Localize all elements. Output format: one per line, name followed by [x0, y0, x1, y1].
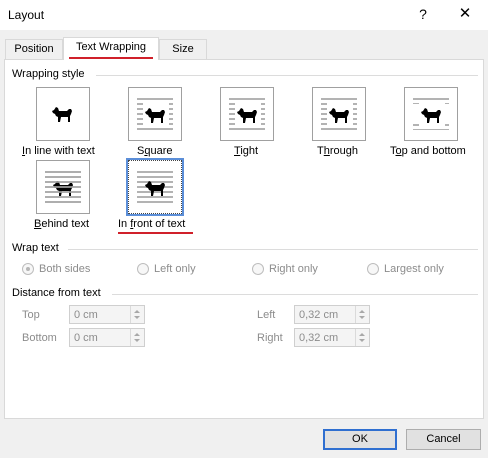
bottom-spinner[interactable]: 0 cm	[69, 328, 145, 347]
dog-icon	[419, 102, 445, 128]
wrap-text-options: Both sides Left only Right only Largest …	[0, 263, 488, 279]
wrap-option-top-and-bottom[interactable]	[404, 87, 458, 141]
radio-label: Largest only	[384, 263, 444, 275]
divider	[112, 294, 478, 295]
tab-text-wrapping[interactable]: Text Wrapping	[63, 37, 159, 60]
close-button[interactable]: ✕	[452, 2, 478, 28]
top-spinner[interactable]: 0 cm	[69, 305, 145, 324]
radio-both-sides[interactable]: Both sides	[22, 263, 90, 275]
chevron-up-icon	[134, 333, 140, 336]
wrap-option-square[interactable]	[128, 87, 182, 141]
right-spinner[interactable]: 0,32 cm	[294, 328, 370, 347]
radio-label: Left only	[154, 263, 196, 275]
wrap-option-behind-text[interactable]	[36, 160, 90, 214]
divider	[96, 75, 478, 76]
chevron-down-icon	[359, 316, 365, 319]
cancel-button[interactable]: Cancel	[406, 429, 481, 450]
wrapping-style-heading: Wrapping style	[12, 68, 85, 80]
radio-circle	[137, 263, 149, 275]
wrap-option-square-label: Square	[137, 145, 173, 157]
tab-position[interactable]: Position	[5, 39, 63, 59]
dialog-title: Layout	[8, 8, 45, 22]
spinner-arrows[interactable]	[355, 329, 369, 346]
chevron-down-icon	[134, 316, 140, 319]
right-value: 0,32 cm	[299, 332, 339, 344]
spinner-arrows[interactable]	[355, 306, 369, 323]
tab-position-label: Position	[14, 43, 54, 55]
radio-right-only[interactable]: Right only	[252, 263, 318, 275]
wrap-option-in-front-of-text[interactable]	[126, 158, 184, 216]
text-lines-graphic	[45, 171, 81, 203]
tab-size[interactable]: Size	[159, 39, 207, 59]
dog-icon	[235, 102, 261, 128]
top-value: 0 cm	[74, 309, 98, 321]
dog-icon	[327, 102, 353, 128]
left-label: Left	[257, 309, 276, 321]
right-label: Right	[257, 332, 283, 344]
selection-underline	[118, 232, 193, 234]
radio-circle	[367, 263, 379, 275]
chevron-up-icon	[359, 310, 365, 313]
chevron-up-icon	[134, 310, 140, 313]
left-spinner[interactable]: 0,32 cm	[294, 305, 370, 324]
title-bar: Layout ? ✕	[0, 0, 488, 30]
dog-icon	[50, 101, 76, 127]
dog-icon	[143, 102, 169, 128]
radio-largest-only[interactable]: Largest only	[367, 263, 444, 275]
radio-circle	[22, 263, 34, 275]
wrap-option-tight-label: Tight	[234, 145, 259, 157]
divider	[68, 249, 478, 250]
radio-left-only[interactable]: Left only	[137, 263, 196, 275]
wrap-option-tight[interactable]	[220, 87, 274, 141]
chevron-down-icon	[359, 339, 365, 342]
wrap-option-inline-label: In line with text	[22, 145, 95, 157]
bottom-value: 0 cm	[74, 332, 98, 344]
wrap-option-top-and-bottom-label: Top and bottom	[390, 145, 466, 157]
spinner-arrows[interactable]	[130, 329, 144, 346]
chevron-up-icon	[359, 333, 365, 336]
chevron-down-icon	[134, 339, 140, 342]
distance-heading: Distance from text	[12, 287, 101, 299]
bottom-label: Bottom	[22, 332, 57, 344]
wrap-option-behind-text-label: Behind text	[34, 218, 90, 230]
ok-button[interactable]: OK	[323, 429, 397, 450]
radio-label: Right only	[269, 263, 318, 275]
tab-size-label: Size	[172, 43, 194, 55]
tab-text-wrapping-label: Text Wrapping	[75, 41, 147, 53]
left-value: 0,32 cm	[299, 309, 339, 321]
radio-label: Both sides	[39, 263, 91, 275]
top-label: Top	[22, 309, 40, 321]
wrap-option-through[interactable]	[312, 87, 366, 141]
active-tab-indicator	[69, 57, 153, 59]
wrap-option-through-label: Through	[317, 145, 358, 157]
wrap-option-in-front-of-text-label: In front of text	[118, 218, 186, 230]
help-button[interactable]: ?	[410, 2, 436, 28]
dog-icon	[143, 175, 169, 201]
radio-circle	[252, 263, 264, 275]
spinner-arrows[interactable]	[130, 306, 144, 323]
wrap-option-inline[interactable]	[36, 87, 90, 141]
wrap-text-heading: Wrap text	[12, 242, 59, 254]
